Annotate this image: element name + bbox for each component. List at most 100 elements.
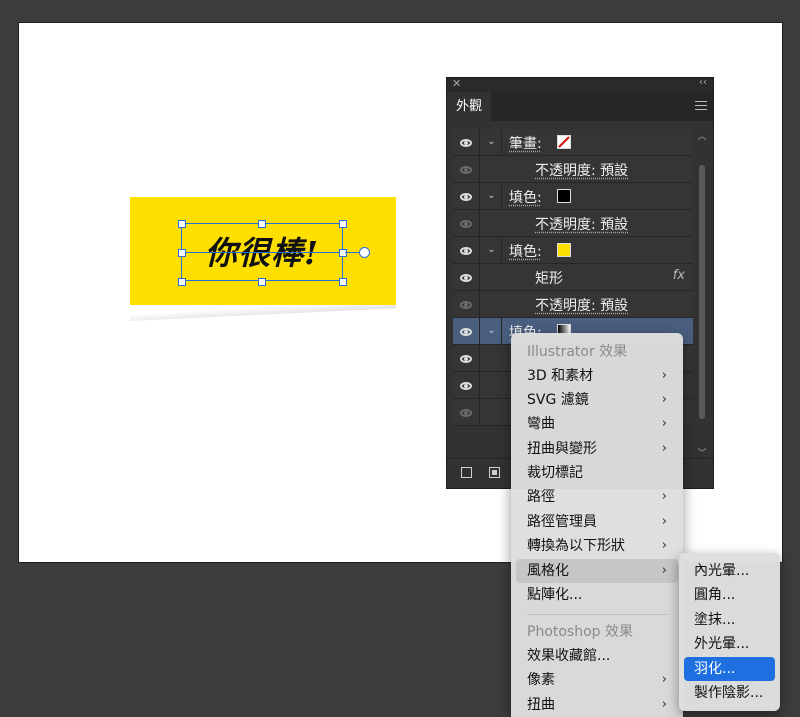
submenu-item-feather[interactable]: 羽化... xyxy=(684,657,775,681)
visibility-eye-icon[interactable] xyxy=(453,399,480,426)
menu-item-distort-transform[interactable]: 扭曲與變形 › xyxy=(511,437,683,461)
visibility-eye-icon[interactable] xyxy=(453,156,480,183)
resize-handle-middle-left[interactable] xyxy=(178,249,186,257)
fill-swatch-yellow[interactable] xyxy=(557,243,571,257)
row-label[interactable]: 不透明度: 預設 xyxy=(535,295,628,315)
appearance-row-stroke[interactable]: ⌄ 筆畫: xyxy=(453,129,693,156)
chevron-right-icon: › xyxy=(661,697,667,712)
menu-item-pixelate[interactable]: 像素 › xyxy=(511,668,683,692)
visibility-eye-icon[interactable] xyxy=(453,237,480,264)
chevron-down-icon[interactable]: ⌄ xyxy=(482,129,502,156)
menu-item-label: 3D 和素材 xyxy=(527,368,594,384)
submenu-item-round-corners[interactable]: 圓角... xyxy=(679,583,780,607)
row-label[interactable]: 不透明度: 預設 xyxy=(535,160,628,180)
row-label[interactable]: 填色: xyxy=(509,241,542,261)
chevron-right-icon: › xyxy=(661,514,667,529)
menu-item-distort[interactable]: 扭曲 › xyxy=(511,693,683,717)
submenu-item-scribble[interactable]: 塗抹... xyxy=(679,608,780,632)
visibility-eye-icon[interactable] xyxy=(453,372,480,399)
menu-item-label: 裁切標記 xyxy=(527,465,583,481)
menu-item-path[interactable]: 路徑 › xyxy=(511,485,683,509)
resize-handle-bottom-left[interactable] xyxy=(178,278,186,286)
menu-section-header-illustrator: Illustrator 效果 xyxy=(527,344,628,360)
menu-item-convert-to-shape[interactable]: 轉換為以下形狀 › xyxy=(511,534,683,558)
submenu-item-outer-glow[interactable]: 外光暈... xyxy=(679,632,780,656)
row-label[interactable]: 筆畫: xyxy=(509,133,542,153)
appearance-row-opacity[interactable]: 不透明度: 預設 xyxy=(453,210,693,237)
menu-item-rasterize[interactable]: 點陣化... xyxy=(511,583,683,607)
scroll-thumb[interactable] xyxy=(699,165,705,419)
visibility-eye-icon[interactable] xyxy=(453,291,480,318)
row-label[interactable]: 矩形 xyxy=(535,268,563,288)
chevron-right-icon: › xyxy=(661,441,667,456)
appearance-row-opacity[interactable]: 不透明度: 預設 xyxy=(453,291,693,318)
text-thread-handle[interactable] xyxy=(359,247,370,258)
menu-item-label: 路徑 xyxy=(527,489,555,505)
menu-item-label: 像素 xyxy=(527,672,555,688)
resize-handle-bottom-right[interactable] xyxy=(339,278,347,286)
menu-item-svg-filters[interactable]: SVG 濾鏡 › xyxy=(511,388,683,412)
visibility-eye-icon[interactable] xyxy=(453,129,480,156)
visibility-eye-icon[interactable] xyxy=(453,210,480,237)
menu-item-effect-gallery[interactable]: 效果收藏館... xyxy=(511,644,683,668)
add-new-stroke-icon[interactable] xyxy=(461,467,472,478)
chevron-right-icon: › xyxy=(661,672,667,687)
menu-section-header-photoshop: Photoshop 效果 xyxy=(527,624,634,640)
menu-item-crop-marks[interactable]: 裁切標記 xyxy=(511,461,683,485)
appearance-row-effect[interactable]: 矩形 fx xyxy=(453,264,693,291)
visibility-eye-icon[interactable] xyxy=(453,345,480,372)
add-new-fill-icon[interactable] xyxy=(489,467,500,478)
stroke-swatch[interactable] xyxy=(557,135,571,149)
menu-item-label: 彎曲 xyxy=(527,416,555,432)
tab-appearance[interactable]: 外觀 xyxy=(447,92,491,121)
menu-item-label: 風格化 xyxy=(527,563,569,579)
panel-menu-icon[interactable] xyxy=(695,101,707,113)
menu-item-3d-materials[interactable]: 3D 和素材 › xyxy=(511,364,683,388)
appearance-row-fill[interactable]: ⌄ 填色: xyxy=(453,183,693,210)
stylize-submenu: 內光暈... 圓角... 塗抹... 外光暈... 羽化... 製作陰影... xyxy=(679,553,780,711)
menu-item-stylize[interactable]: 風格化 › xyxy=(516,559,678,583)
appearance-row-opacity[interactable]: 不透明度: 預設 xyxy=(453,156,693,183)
collapse-icon[interactable]: ‹‹ xyxy=(699,77,707,88)
visibility-eye-icon[interactable] xyxy=(453,183,480,210)
chevron-down-icon[interactable]: ⌄ xyxy=(482,318,502,345)
resize-handle-top-right[interactable] xyxy=(339,220,347,228)
chevron-down-icon[interactable]: ⌄ xyxy=(482,183,502,210)
submenu-item-drop-shadow[interactable]: 製作陰影... xyxy=(679,681,780,705)
submenu-item-inner-glow[interactable]: 內光暈... xyxy=(679,559,780,583)
chevron-right-icon: › xyxy=(661,392,667,407)
menu-item-pathfinder[interactable]: 路徑管理員 › xyxy=(511,510,683,534)
menu-item-warp[interactable]: 彎曲 › xyxy=(511,412,683,436)
resize-handle-top-left[interactable] xyxy=(178,220,186,228)
panel-title-bar[interactable]: ✕ ‹‹ xyxy=(447,77,713,92)
text-baseline xyxy=(181,252,343,253)
appearance-row-fill[interactable]: ⌄ 填色: xyxy=(453,237,693,264)
text-thread-line xyxy=(345,252,360,253)
row-label[interactable]: 不透明度: 預設 xyxy=(535,214,628,234)
menu-divider xyxy=(527,614,667,615)
chevron-right-icon: › xyxy=(661,489,667,504)
menu-item-label: 效果收藏館... xyxy=(527,648,611,664)
menu-item-label: 路徑管理員 xyxy=(527,514,597,530)
menu-item-label: 轉換為以下形狀 xyxy=(527,538,625,554)
fx-icon[interactable]: fx xyxy=(673,268,685,283)
fill-swatch-black[interactable] xyxy=(557,189,571,203)
chevron-down-icon[interactable]: ⌄ xyxy=(482,237,502,264)
effect-menu: Illustrator 效果 3D 和素材 › SVG 濾鏡 › 彎曲 › 扭曲與變形… xyxy=(511,333,683,717)
visibility-eye-icon[interactable] xyxy=(453,318,480,345)
menu-item-label: 扭曲與變形 xyxy=(527,441,597,457)
resize-handle-middle-right[interactable] xyxy=(339,249,347,257)
panel-tab-bar: 外觀 xyxy=(447,92,713,121)
close-icon[interactable]: ✕ xyxy=(452,77,461,90)
resize-handle-bottom-center[interactable] xyxy=(258,278,266,286)
row-label[interactable]: 填色: xyxy=(509,187,542,207)
resize-handle-top-center[interactable] xyxy=(258,220,266,228)
chevron-right-icon: › xyxy=(661,368,667,383)
menu-item-label: SVG 濾鏡 xyxy=(527,392,589,408)
chevron-right-icon: › xyxy=(661,538,667,553)
scroll-up-icon[interactable]: ︿ xyxy=(697,129,707,142)
menu-item-label: 點陣化... xyxy=(527,587,583,603)
panel-scrollbar[interactable]: ︿ ﹀ xyxy=(697,129,707,459)
chevron-right-icon: › xyxy=(661,563,667,578)
visibility-eye-icon[interactable] xyxy=(453,264,480,291)
